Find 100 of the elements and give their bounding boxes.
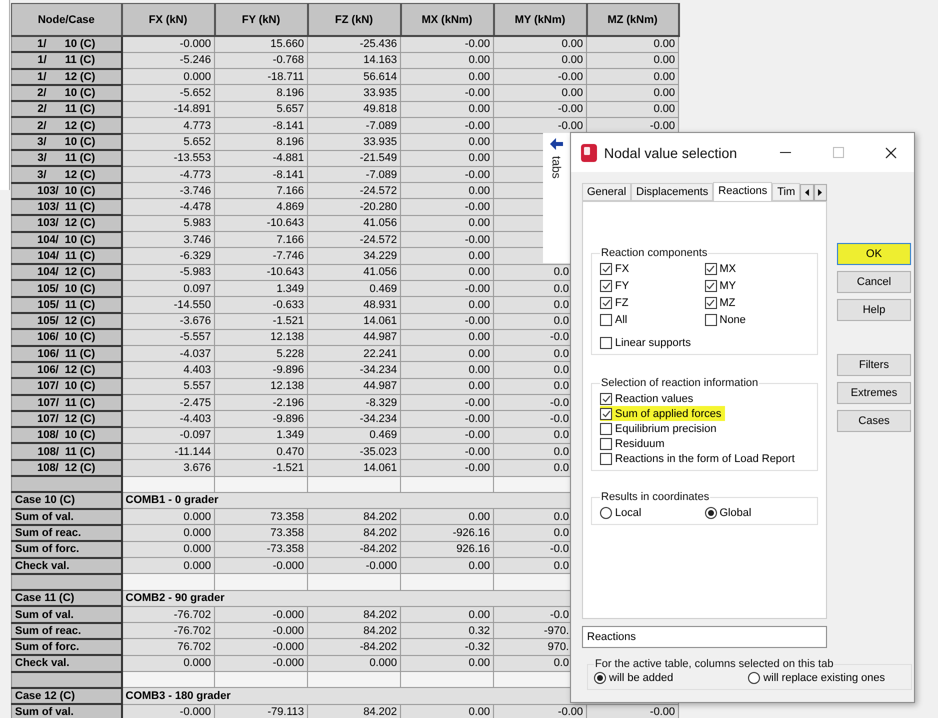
app-logo-icon xyxy=(581,144,597,162)
name-field[interactable]: Reactions xyxy=(582,626,827,648)
checkbox[interactable] xyxy=(600,314,612,326)
table-cell: 4.403 xyxy=(122,362,214,378)
row-header: 108/ 10 (C) xyxy=(12,427,122,444)
checkbox[interactable] xyxy=(704,262,716,274)
table-cell: 0.000 xyxy=(122,558,214,574)
table-cell: 0.000 xyxy=(122,524,214,542)
row-header: 103/ 12 (C) xyxy=(12,215,122,232)
table-cell: -76.702 xyxy=(122,622,214,639)
checkbox[interactable] xyxy=(704,314,716,326)
checkbox-label: Reactions in the form of Load Report xyxy=(615,452,795,464)
dialog-button[interactable]: Cancel xyxy=(837,271,911,293)
group-label: For the active table, columns selected on this tab xyxy=(594,658,834,670)
table-cell: 0.000 xyxy=(122,541,214,558)
table-cell: 76.702 xyxy=(122,638,214,656)
row-header: Sum of val. xyxy=(12,606,122,623)
column-header[interactable]: FX (kN) xyxy=(122,4,214,36)
checkbox[interactable] xyxy=(600,452,612,464)
table-cell: 0.00 xyxy=(400,704,494,718)
checkbox-label: Sum of applied forces xyxy=(615,408,722,420)
column-header[interactable]: Node/Case xyxy=(12,4,122,36)
table-cell: 1.349 xyxy=(214,427,308,444)
column-header[interactable]: MX (kNm) xyxy=(400,4,494,36)
table-cell: -0.000 xyxy=(214,655,308,672)
table-cell: 0.000 xyxy=(122,68,214,85)
table-cell: -0.000 xyxy=(214,622,308,639)
dialog-button[interactable]: OK xyxy=(837,243,911,265)
table-cell: 0.00 xyxy=(400,101,494,118)
checkbox[interactable] xyxy=(600,336,612,348)
dialog-button[interactable]: Extremes xyxy=(837,382,911,404)
table-cell: -25.436 xyxy=(308,36,400,52)
table-cell: 0.00 xyxy=(586,52,678,69)
radio-label: will replace existing ones xyxy=(763,672,885,684)
scroll-left-button[interactable] xyxy=(800,184,814,201)
table-cell: 3.676 xyxy=(122,460,214,476)
table-cell: -24.572 xyxy=(308,182,400,199)
table-cell: 5.983 xyxy=(122,215,214,232)
table-cell: 84.202 xyxy=(308,606,400,623)
table-cell: -0.00 xyxy=(400,410,494,428)
table-cell: 41.056 xyxy=(308,264,400,280)
tab[interactable]: Tim xyxy=(772,183,800,201)
checkbox[interactable] xyxy=(600,422,612,434)
table-cell: -4.881 xyxy=(214,150,308,166)
table-cell: -0.097 xyxy=(122,427,214,444)
table-cell: -0.00 xyxy=(400,427,494,444)
checkbox-label: MZ xyxy=(720,296,736,308)
checkbox[interactable] xyxy=(600,262,612,274)
checkbox[interactable] xyxy=(704,280,716,292)
table-cell: -0.000 xyxy=(308,558,400,574)
table-cell: 84.202 xyxy=(308,704,400,718)
row-header: 2/ 12 (C) xyxy=(12,117,122,134)
radio-button[interactable] xyxy=(594,672,606,684)
scroll-right-button[interactable] xyxy=(814,184,827,201)
column-header[interactable]: FY (kN) xyxy=(214,4,308,36)
table-cell: -34.234 xyxy=(308,410,400,428)
radio-button[interactable] xyxy=(748,672,760,684)
checkbox[interactable] xyxy=(600,438,612,450)
dialog-button[interactable]: Help xyxy=(837,299,911,321)
table-cell: 15.660 xyxy=(214,36,308,52)
checkbox[interactable] xyxy=(600,408,612,420)
dialog-button[interactable]: Cases xyxy=(837,410,911,432)
table-cell: -2.475 xyxy=(122,394,214,411)
column-header[interactable]: MZ (kNm) xyxy=(586,4,678,36)
table-cell: 0.470 xyxy=(214,443,308,460)
tab[interactable]: General xyxy=(582,183,632,201)
table-cell: -8.141 xyxy=(214,117,308,134)
tab[interactable]: Displacements xyxy=(631,183,714,201)
table-cell: 44.987 xyxy=(308,329,400,346)
table-cell: -0.00 xyxy=(586,704,678,718)
table-cell: 0.097 xyxy=(122,280,214,297)
table-cell: -5.652 xyxy=(122,84,214,102)
checkbox[interactable] xyxy=(600,392,612,404)
table-cell: 14.061 xyxy=(308,313,400,330)
radio-button[interactable] xyxy=(600,506,612,518)
checkbox[interactable] xyxy=(600,296,612,308)
left-arrow-icon[interactable] xyxy=(550,138,563,150)
checkbox-label: All xyxy=(615,314,628,326)
row-header: 108/ 11 (C) xyxy=(12,443,122,460)
table-cell: 12.138 xyxy=(214,329,308,346)
column-header[interactable]: MY (kNm) xyxy=(494,4,586,36)
table-cell: 4.869 xyxy=(214,198,308,216)
table-cell: 73.358 xyxy=(214,524,308,542)
table-cell: -0.000 xyxy=(122,704,214,718)
group-label: Selection of reaction information xyxy=(600,377,760,389)
table-cell: 84.202 xyxy=(308,524,400,542)
side-tab[interactable]: tabs xyxy=(550,156,564,179)
dialog-button[interactable]: Filters xyxy=(837,354,911,376)
table-cell: -5.983 xyxy=(122,264,214,280)
checkbox[interactable] xyxy=(600,280,612,292)
column-header[interactable]: FZ (kN) xyxy=(308,4,400,36)
tab[interactable]: Reactions xyxy=(713,182,772,201)
radio-button[interactable] xyxy=(704,506,716,518)
row-header: 107/ 10 (C) xyxy=(12,378,122,395)
table-cell: -4.478 xyxy=(122,198,214,216)
table-cell: 7.166 xyxy=(214,182,308,199)
table-cell: 5.228 xyxy=(214,346,308,362)
table-cell: 0.00 xyxy=(400,655,494,672)
table-cell: -0.633 xyxy=(214,296,308,314)
checkbox[interactable] xyxy=(704,296,716,308)
